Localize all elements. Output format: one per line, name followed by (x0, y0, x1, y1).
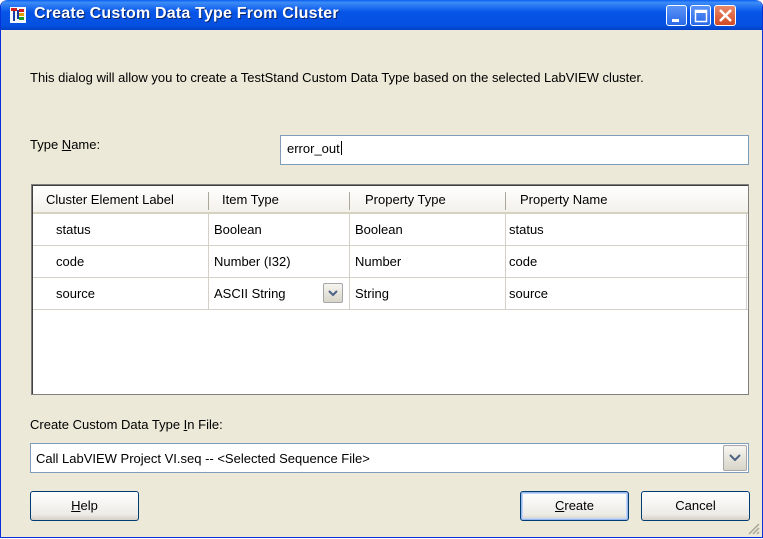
table-row[interactable]: status Boolean Boolean status (33, 214, 748, 246)
maximize-button[interactable] (690, 5, 711, 26)
chevron-down-icon (729, 454, 741, 462)
dialog-description: This dialog will allow you to create a T… (30, 70, 644, 85)
close-button[interactable] (714, 5, 736, 26)
column-gridline (505, 214, 506, 310)
cell-label: status (56, 222, 91, 237)
cancel-button[interactable]: Cancel (641, 491, 750, 521)
type-name-label: Type Name: (30, 137, 101, 152)
maximize-icon (694, 9, 708, 23)
table-row[interactable]: code Number (I32) Number code (33, 246, 748, 278)
title-bar[interactable]: Create Custom Data Type From Cluster (1, 0, 762, 30)
type-name-input[interactable]: error_out (280, 135, 749, 165)
teststand-type-icon (10, 7, 26, 23)
file-dropdown-button[interactable] (723, 445, 747, 471)
cell-label: code (56, 254, 85, 269)
item-type-dropdown-button[interactable] (323, 283, 343, 303)
column-header-item-type[interactable]: Item Type (222, 192, 279, 207)
column-header-property-name[interactable]: Property Name (520, 192, 607, 207)
cell-property-type[interactable]: Boolean (355, 214, 403, 245)
column-header-property-type[interactable]: Property Type (365, 192, 446, 207)
cell-property-type[interactable]: Number (355, 246, 401, 277)
column-header-label[interactable]: Cluster Element Label (46, 192, 174, 207)
text-caret (340, 141, 342, 155)
create-button[interactable]: Create (520, 491, 629, 521)
table-row[interactable]: source ASCII String String source (33, 278, 748, 310)
cluster-elements-grid[interactable]: Cluster Element Label Item Type Property… (31, 184, 749, 395)
dialog-window: Create Custom Data Type From Cluster Thi… (0, 0, 763, 538)
chevron-down-icon (328, 290, 338, 297)
help-button[interactable]: Help (30, 491, 139, 521)
cell-label: source (56, 286, 96, 301)
cell-property-name[interactable]: status (509, 214, 544, 245)
cell-property-name[interactable]: source (509, 278, 548, 309)
close-icon (719, 9, 732, 22)
window-title: Create Custom Data Type From Cluster (34, 5, 339, 22)
column-divider[interactable] (208, 192, 209, 210)
cell-property-name[interactable]: code (509, 246, 537, 277)
column-gridline (208, 214, 209, 310)
column-gridline (349, 214, 350, 310)
column-divider[interactable] (349, 192, 350, 210)
file-label: Create Custom Data Type In File: (30, 417, 223, 432)
minimize-button[interactable] (666, 5, 687, 26)
cell-item-type[interactable]: Number (I32) (214, 246, 291, 277)
cell-item-type[interactable]: Boolean (214, 214, 262, 245)
file-select[interactable]: Call LabVIEW Project VI.seq -- <Selected… (30, 443, 749, 473)
type-name-value: error_out (287, 141, 340, 156)
resize-grip-icon[interactable] (747, 522, 760, 535)
minimize-icon (672, 19, 679, 22)
cell-property-type[interactable]: String (355, 278, 389, 309)
column-divider[interactable] (505, 192, 506, 210)
file-selected-value: Call LabVIEW Project VI.seq -- <Selected… (36, 451, 370, 466)
column-gridline (746, 214, 747, 310)
grid-header: Cluster Element Label Item Type Property… (33, 186, 748, 214)
cell-item-type[interactable]: ASCII String (214, 278, 286, 309)
